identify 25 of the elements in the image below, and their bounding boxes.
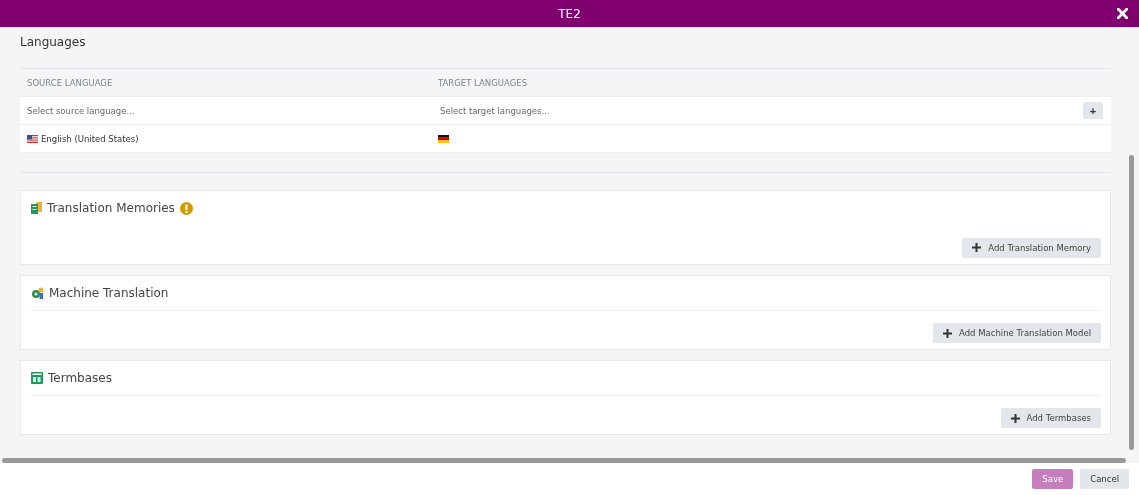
column-header: TARGET LANGUAGES	[437, 77, 529, 88]
column-header: SOURCE LANGUAGE	[26, 77, 114, 88]
plus-icon	[1010, 413, 1020, 423]
flag-icon	[27, 134, 38, 143]
stacked-books-icon	[31, 202, 42, 214]
plus-icon	[943, 328, 952, 338]
source-language: English (United States)	[41, 133, 139, 144]
add-button[interactable]: Add Termbases	[1000, 408, 1101, 428]
vertical-scrollbar[interactable]	[1129, 155, 1134, 450]
section-heading: Languages	[20, 35, 87, 51]
section-title: Translation Memories	[47, 201, 175, 215]
window-title: TE2	[558, 6, 581, 21]
horizontal-scrollbar[interactable]	[2, 458, 1126, 463]
plus-icon	[972, 243, 982, 252]
target-languages-field[interactable]: Select target languages... +	[433, 97, 1111, 124]
source-language-field[interactable]: Select source language...	[20, 97, 433, 124]
add-button[interactable]: +	[1083, 102, 1103, 119]
dictionary-icon	[31, 372, 43, 384]
close-icon[interactable]	[1117, 8, 1128, 19]
add-button[interactable]: Add Translation Memory	[962, 237, 1101, 258]
section-title: Machine Translation	[49, 286, 169, 300]
add-button[interactable]: Add Machine Translation Model	[933, 323, 1101, 343]
section-title: Termbases	[48, 371, 112, 385]
flag-icon	[438, 134, 449, 143]
footer-button[interactable]: Cancel	[1080, 469, 1129, 489]
